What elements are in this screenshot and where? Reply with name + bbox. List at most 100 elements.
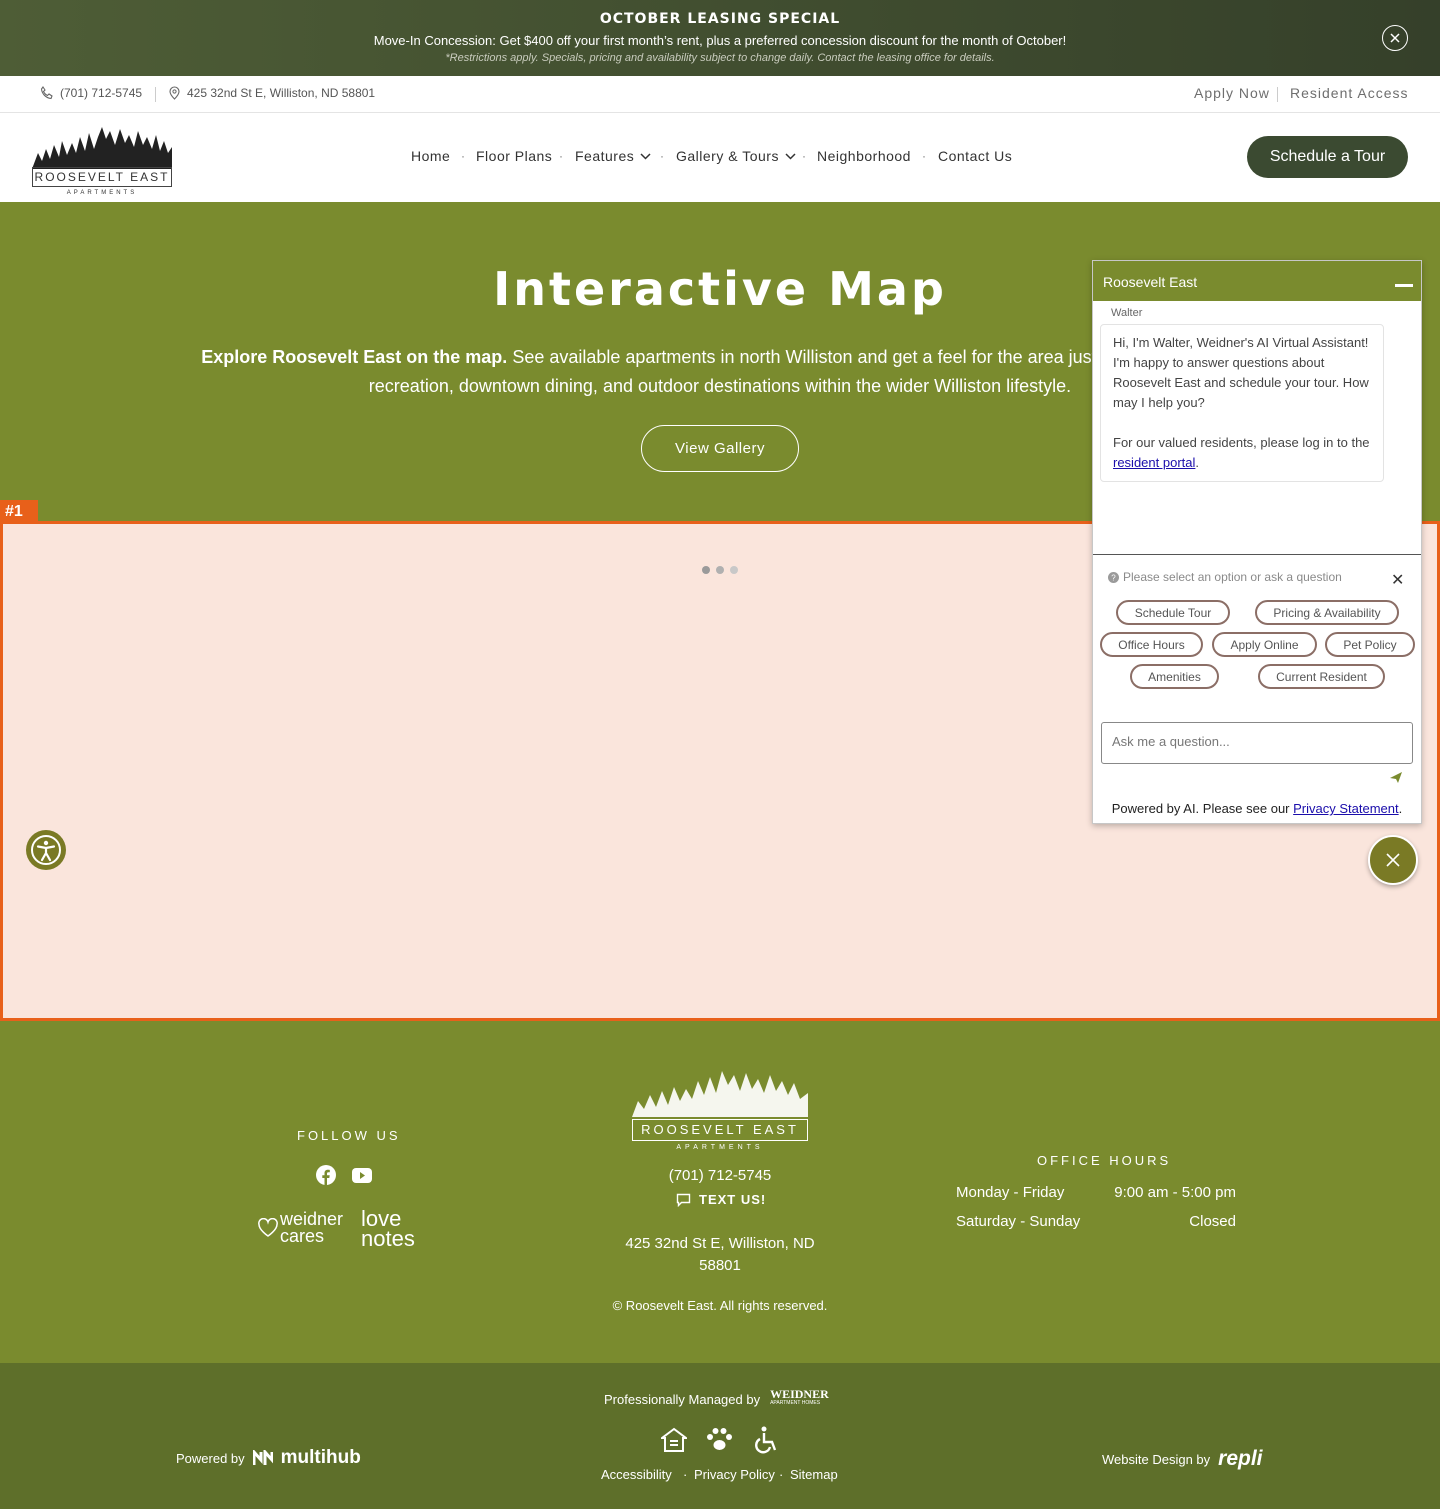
divider xyxy=(1093,554,1421,555)
site-logo[interactable]: ROOSEVELT EAST APARTMENTS xyxy=(32,123,172,196)
resident-access-link[interactable]: Resident Access xyxy=(1290,85,1409,101)
weidner-logo-subtext: APARTMENT HOMES xyxy=(770,1400,821,1406)
powered-by[interactable]: Powered by multihub xyxy=(176,1447,361,1469)
utility-address[interactable]: 425 32nd St E, Williston, ND 58801 xyxy=(168,86,375,100)
chat-bubble-icon xyxy=(676,1193,691,1207)
phone-icon xyxy=(40,86,53,100)
option-schedule-tour[interactable]: Schedule Tour xyxy=(1116,600,1230,625)
tree-logo-icon xyxy=(632,1071,808,1117)
option-amenities[interactable]: Amenities xyxy=(1130,664,1219,689)
nav-contact[interactable]: Contact Us xyxy=(938,148,1012,164)
promo-description: Move-In Concession: Get $400 off your fi… xyxy=(373,33,1067,48)
promo-title: OCTOBER LEASING SPECIAL xyxy=(599,11,841,27)
option-current-resident[interactable]: Current Resident xyxy=(1258,664,1385,689)
option-office-hours[interactable]: Office Hours xyxy=(1100,632,1203,657)
wheelchair-icon xyxy=(752,1426,780,1454)
site-header: ROOSEVELT EAST APARTMENTS Home · Floor P… xyxy=(0,113,1440,202)
hours-time: Closed xyxy=(1189,1213,1236,1230)
footer-address-line1: 425 32nd St E, Williston, ND xyxy=(625,1235,815,1252)
weidner-logo-text: WEIDNER xyxy=(770,1387,829,1401)
copyright: © Roosevelt East. All rights reserved. xyxy=(612,1298,828,1313)
text-us-link[interactable]: TEXT US! xyxy=(676,1192,766,1207)
accessibility-button[interactable] xyxy=(26,830,66,870)
chat-widget: Roosevelt East Walter Hi, I'm Walter, We… xyxy=(1092,260,1422,824)
utility-phone[interactable]: (701) 712-5745 xyxy=(40,86,142,100)
nav-features[interactable]: Features xyxy=(575,148,651,164)
footer-logo[interactable]: ROOSEVELT EAST APARTMENTS xyxy=(632,1067,808,1151)
region-tag: #1 xyxy=(0,500,38,522)
send-button[interactable] xyxy=(1389,771,1403,784)
equal-housing-icon xyxy=(661,1427,687,1453)
website-design-by[interactable]: Website Design by repli xyxy=(1102,1447,1263,1471)
privacy-statement-link[interactable]: Privacy Statement xyxy=(1293,801,1399,816)
chat-prompt-text: Please select an option or ask a questio… xyxy=(1123,570,1342,584)
nav-separator: · xyxy=(660,149,664,163)
text-us-label: TEXT US! xyxy=(699,1192,767,1207)
address-text: 425 32nd St E, Williston, ND 58801 xyxy=(187,86,376,100)
period-text: . xyxy=(1398,801,1403,816)
hours-days: Saturday - Sunday xyxy=(956,1213,1081,1230)
privacy-policy-link[interactable]: Privacy Policy xyxy=(694,1467,775,1482)
help-icon: ? xyxy=(1108,571,1119,583)
chat-header: Roosevelt East xyxy=(1093,261,1421,301)
option-apply-online[interactable]: Apply Online xyxy=(1212,632,1317,657)
paw-icon xyxy=(706,1427,733,1453)
chat-input[interactable]: Ask me a question... xyxy=(1101,722,1413,764)
footer-phone[interactable]: (701) 712-5745 xyxy=(0,1167,1440,1184)
close-icon[interactable]: ✕ xyxy=(1391,570,1404,590)
schedule-tour-button[interactable]: Schedule a Tour xyxy=(1247,136,1408,178)
loading-dot xyxy=(730,566,738,574)
chat-message-text: Hi, I'm Walter, Weidner's AI Virtual Ass… xyxy=(1113,335,1369,410)
chat-message-resident: For our valued residents, please log in … xyxy=(1113,433,1371,473)
option-pet-policy[interactable]: Pet Policy xyxy=(1325,632,1415,657)
chat-disclaimer-text: Powered by AI. Please see our xyxy=(1111,801,1290,816)
accessibility-link[interactable]: Accessibility xyxy=(601,1467,672,1482)
close-icon xyxy=(1390,33,1400,43)
chevron-down-icon xyxy=(785,152,796,160)
close-icon xyxy=(1386,853,1400,867)
link-separator: · xyxy=(779,1467,784,1482)
tree-logo-icon xyxy=(32,127,172,169)
hours-days: Monday - Friday xyxy=(956,1184,1065,1201)
logo-subtext: APARTMENTS xyxy=(66,190,138,196)
link-separator: · xyxy=(683,1467,688,1482)
send-icon xyxy=(1390,772,1402,783)
site-footer: FOLLOW US weidner cares love notes ROOSE… xyxy=(0,1021,1440,1363)
divider xyxy=(155,87,156,102)
nav-home[interactable]: Home xyxy=(411,148,450,164)
office-hours-heading: OFFICE HOURS xyxy=(1037,1153,1172,1168)
managed-by-text: Professionally Managed by xyxy=(604,1391,761,1407)
chat-toggle-button[interactable] xyxy=(1368,835,1418,885)
sitemap-link[interactable]: Sitemap xyxy=(790,1467,838,1482)
chat-disclaimer: Powered by AI. Please see our Privacy St… xyxy=(1093,801,1421,816)
chat-title: Roosevelt East xyxy=(1103,274,1198,290)
loading-dot xyxy=(702,566,710,574)
nav-neighborhood[interactable]: Neighborhood xyxy=(817,148,911,164)
nav-separator: · xyxy=(461,149,465,163)
map-pin-icon xyxy=(169,86,180,100)
minimize-icon[interactable] xyxy=(1395,284,1413,287)
footer-address[interactable]: 425 32nd St E, Williston, ND 58801 xyxy=(0,1233,1440,1277)
nav-floor-plans[interactable]: Floor Plans xyxy=(476,148,552,164)
hours-time: 9:00 am - 5:00 pm xyxy=(1114,1184,1236,1201)
loading-dot xyxy=(716,566,724,574)
view-gallery-button[interactable]: View Gallery xyxy=(641,425,799,472)
nav-gallery-tours[interactable]: Gallery & Tours xyxy=(676,148,796,164)
period-text: . xyxy=(1195,455,1200,470)
bottom-bar: Professionally Managed by WEIDNER APARTM… xyxy=(0,1363,1440,1509)
chat-message-resident-text: For our valued residents, please log in … xyxy=(1113,435,1370,450)
apply-now-link[interactable]: Apply Now xyxy=(1194,85,1270,101)
nav-separator: · xyxy=(802,149,806,163)
nav-contact-label: Contact Us xyxy=(938,148,1013,164)
option-pricing[interactable]: Pricing & Availability xyxy=(1255,600,1399,625)
powered-by-text: Powered by xyxy=(176,1450,245,1466)
multihub-logo: multihub xyxy=(280,1447,361,1468)
nav-home-label: Home xyxy=(411,148,451,164)
promo-close-button[interactable] xyxy=(1382,25,1408,51)
promo-restrictions: *Restrictions apply. Specials, pricing a… xyxy=(445,52,995,64)
weidner-logo[interactable]: WEIDNER APARTMENT HOMES xyxy=(770,1387,829,1408)
divider xyxy=(1277,87,1278,102)
resident-portal-link[interactable]: resident portal xyxy=(1113,455,1195,470)
nav-separator: · xyxy=(559,149,563,163)
repli-logo: repli xyxy=(1218,1447,1263,1470)
